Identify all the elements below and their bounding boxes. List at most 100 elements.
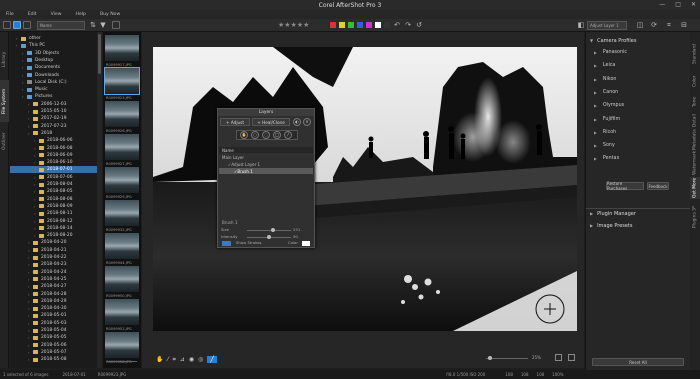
tree-item[interactable]: › 2018-08-04 — [10, 181, 98, 188]
tree-item[interactable]: › 2006-12-03 — [10, 101, 98, 108]
color-swatch[interactable] — [302, 241, 310, 246]
brush-slider[interactable]: Size 231 — [221, 227, 313, 233]
tree-item[interactable]: › 2015-05-10 — [10, 108, 98, 115]
filmstrip-thumbnail[interactable]: R0099932.JPG — [105, 200, 139, 232]
crop-icon[interactable]: ⌗ — [665, 21, 673, 29]
tree-item[interactable]: › 2018-04-28 — [10, 291, 98, 298]
spot-icon[interactable]: ◎ — [198, 356, 203, 363]
tree-item[interactable]: › 2018-04-20 — [10, 239, 98, 246]
tree-item[interactable]: › 2018-04-22 — [10, 254, 98, 261]
brush-tool-icon[interactable]: ○ — [251, 131, 259, 139]
tree-item[interactable]: › 2018-05-08 — [10, 356, 98, 363]
tree-item[interactable]: › 2018-04-21 — [10, 247, 98, 254]
tree-item[interactable]: › Downloads — [10, 72, 98, 79]
brush-active-icon[interactable]: ╱ — [207, 356, 218, 363]
zoom-slider[interactable] — [486, 358, 528, 359]
layers-icon[interactable]: ◧ — [577, 21, 585, 29]
tree-item[interactable]: › 2018-06-06 — [10, 137, 98, 144]
tree-item[interactable]: › Pictures — [10, 93, 98, 100]
color-label-swatch[interactable] — [384, 22, 390, 28]
right-tab[interactable]: Plugins 3* — [690, 202, 700, 232]
menu-view[interactable]: View — [51, 12, 62, 17]
tree-item[interactable]: › This PC — [10, 42, 98, 49]
layer-select[interactable]: Adjust Layer 1 — [587, 21, 627, 30]
undo-icon[interactable]: ↺ — [415, 21, 423, 29]
plugin-manager-header[interactable]: ▶ Plugin Manager — [586, 209, 691, 218]
tree-item[interactable]: › 2018-06-08 — [10, 145, 98, 152]
close-button[interactable]: ✕ — [691, 1, 696, 8]
brush-slider[interactable]: Intensity 50 — [221, 234, 313, 240]
right-tab[interactable]: Detail — [690, 112, 700, 130]
right-tab[interactable]: Standard — [690, 40, 700, 68]
color-label-swatch[interactable] — [330, 22, 336, 28]
zoom-knob[interactable] — [488, 356, 492, 360]
filmstrip-thumbnail[interactable]: R0099950.JPG — [105, 266, 139, 298]
image-presets-header[interactable]: ▶ Image Presets — [586, 221, 691, 230]
filter-icon[interactable]: ▼ — [99, 21, 107, 29]
camera-profile-item[interactable]: ▶ Olympus — [594, 101, 624, 110]
eraser-tool-icon[interactable]: ◌ — [262, 131, 270, 139]
filmstrip-thumbnail[interactable]: R0099929.JPG — [105, 167, 139, 199]
tree-item[interactable]: › 2018-05-05 — [10, 334, 98, 341]
camera-profile-item[interactable]: ▶ Fujifilm — [594, 115, 620, 124]
tree-item[interactable]: › 2018-08-09 — [10, 203, 98, 210]
right-tab[interactable]: Metadata — [690, 130, 700, 151]
rating-stars[interactable]: ★★★★★ — [278, 21, 309, 29]
tree-item[interactable]: › 2018-04-25 — [10, 276, 98, 283]
tree-item[interactable]: › Music — [10, 86, 98, 93]
tree-item[interactable]: › 2018-04-24 — [10, 269, 98, 276]
layer-mask-icon[interactable]: ◐ — [293, 118, 301, 126]
fill-tool-icon[interactable]: ◯ — [273, 131, 281, 139]
camera-profile-item[interactable]: ▶ Sony — [594, 141, 615, 150]
fit-icon[interactable] — [555, 354, 562, 361]
color-label-swatch[interactable] — [348, 22, 354, 28]
minimize-button[interactable]: — — [659, 1, 665, 8]
tree-item[interactable]: › Local Disk (C:) — [10, 79, 98, 86]
crop-tool-icon[interactable]: ⌗ — [173, 356, 176, 364]
single-view-button[interactable] — [13, 21, 21, 29]
sort-order-icon[interactable]: ⇅ — [89, 21, 97, 29]
straighten-icon[interactable]: ⊟ — [680, 21, 688, 29]
color-label-swatch[interactable] — [357, 22, 363, 28]
color-label-swatch[interactable] — [339, 22, 345, 28]
right-tab[interactable]: Tone — [690, 94, 700, 110]
tab-file-system[interactable]: File System — [0, 80, 9, 122]
menu-buy-now[interactable]: Buy Now — [100, 12, 120, 17]
right-tab[interactable]: Watermark — [690, 150, 700, 175]
slider-track[interactable] — [247, 230, 291, 231]
tree-item[interactable]: › 2018-06-10 — [10, 159, 98, 166]
view-icon[interactable]: ◫ — [636, 21, 644, 29]
straighten-tool-icon[interactable]: ⊿ — [180, 356, 185, 363]
reset-all-button[interactable]: Reset All — [592, 358, 684, 366]
tree-item[interactable]: › 2018-04-30 — [10, 305, 98, 312]
menu-edit[interactable]: Edit — [28, 12, 37, 17]
scroll-thumb[interactable] — [98, 34, 101, 74]
tree-item[interactable]: › 2018-08-14 — [10, 225, 98, 232]
tree-item[interactable]: › 2018-06-09 — [10, 152, 98, 159]
camera-profile-item[interactable]: ▶ Nikon — [594, 75, 616, 84]
tab-outliner[interactable]: Outliner — [0, 126, 9, 156]
tree-item[interactable]: › 2018-04-29 — [10, 298, 98, 305]
tree-item[interactable]: › 2017-07-23 — [10, 123, 98, 130]
delete-layer-icon[interactable]: ✕ — [303, 118, 311, 126]
tree-item[interactable]: › 2018-08-08 — [10, 196, 98, 203]
add-heal-clone-button[interactable]: + Heal/Clone — [252, 118, 290, 126]
tree-item[interactable]: › 2018-04-23 — [10, 261, 98, 268]
color-label-swatch[interactable] — [366, 22, 372, 28]
redeye-icon[interactable]: ◉ — [189, 356, 194, 363]
tree-item[interactable]: › 2018-05-03 — [10, 320, 98, 327]
tree-item[interactable]: › other — [10, 35, 98, 42]
tree-item[interactable]: › 2018-08-12 — [10, 218, 98, 225]
add-adjust-layer-button[interactable]: + Adjust — [220, 118, 250, 126]
thumb-size-slider[interactable] — [107, 361, 137, 362]
tree-item[interactable]: › Desktop — [10, 57, 98, 64]
show-strokes-toggle[interactable] — [222, 241, 231, 246]
layer-row[interactable]: Main Layer — [219, 154, 313, 160]
tree-item[interactable]: › 2018-08-05 — [10, 188, 98, 195]
slider-knob[interactable] — [267, 235, 271, 239]
layer-row[interactable]: ✓ Brush 1 — [219, 168, 313, 174]
compare-view-button[interactable] — [23, 21, 31, 29]
filmstrip-thumbnail[interactable]: R0099944.JPG — [105, 233, 139, 265]
camera-profiles-header[interactable]: ▼ Camera Profiles — [586, 36, 691, 45]
tree-item[interactable]: › 2018-07-01 — [10, 166, 98, 174]
